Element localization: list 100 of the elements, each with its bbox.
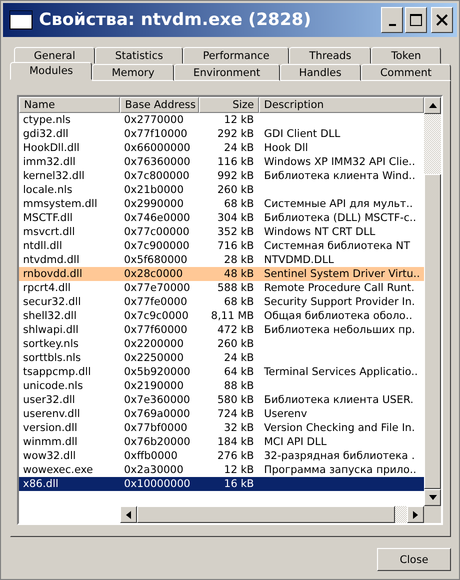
table-cell: wow32.dll — [23, 450, 76, 462]
table-cell: rnbovdd.dll — [23, 268, 82, 280]
table-row[interactable]: x86.dll 0x10000000 16 kB — [19, 477, 424, 491]
tab[interactable]: Memory — [92, 64, 174, 81]
horizontal-scrollbar[interactable] — [120, 506, 424, 523]
column-header[interactable]: Description — [259, 97, 424, 113]
table-cell: 0x7c9c0000 — [124, 310, 189, 322]
table-cell: 0x77f10000 — [124, 128, 188, 140]
scroll-thumb[interactable] — [137, 506, 395, 523]
table-row[interactable]: mmsystem.dll 0x2990000 68 kB Системные API для мульт.. — [19, 197, 424, 211]
tab[interactable]: Performance — [182, 47, 290, 64]
minimize-icon — [388, 24, 396, 26]
table-row[interactable]: rnbovdd.dll 0x28c0000 48 kB Sentinel System Driver Virtu.. — [19, 267, 424, 281]
table-cell: MSCTF.dll — [23, 212, 73, 224]
table-row[interactable]: kernel32.dll 0x7c800000 992 kB Библиотека клиента Wind.. — [19, 169, 424, 183]
table-cell: 0x769a0000 — [124, 408, 190, 420]
table-cell: 260 kB — [217, 338, 254, 350]
table-cell: winmm.dll — [23, 436, 78, 448]
table-cell: 24 kB — [224, 352, 254, 364]
minimize-button[interactable] — [381, 7, 403, 33]
table-cell: locale.nls — [23, 184, 72, 196]
table-cell: 28 kB — [224, 254, 254, 266]
table-cell: Программа запуска прило.. — [264, 464, 416, 476]
table-cell: HookDll.dll — [23, 142, 80, 154]
table-cell: 0x7c800000 — [124, 170, 190, 182]
table-cell: 304 kB — [217, 212, 254, 224]
column-header[interactable]: Base Address — [120, 97, 199, 113]
tab[interactable]: Environment — [174, 64, 280, 81]
table-cell: 588 kB — [217, 282, 254, 294]
tab[interactable]: Statistics — [95, 47, 183, 64]
table-row[interactable]: sorttbls.nls 0x2250000 24 kB — [19, 351, 424, 365]
tab[interactable]: Threads — [289, 47, 372, 64]
table-row[interactable]: winmm.dll 0x76b20000 184 kB MCI API DLL — [19, 435, 424, 449]
table-row[interactable]: secur32.dll 0x77fe0000 68 kB Security Support Provider In. — [19, 295, 424, 309]
table-cell: 0x2250000 — [124, 352, 184, 364]
table-cell: 16 kB — [224, 478, 254, 490]
table-row[interactable]: sortkey.nls 0x2200000 260 kB — [19, 337, 424, 351]
table-cell: 0x5b920000 — [124, 366, 190, 378]
table-row[interactable]: userenv.dll 0x769a0000 724 kB Userenv — [19, 407, 424, 421]
up-arrow-icon — [428, 103, 436, 108]
table-row[interactable]: locale.nls 0x21b0000 260 kB — [19, 183, 424, 197]
scroll-down-button[interactable] — [424, 489, 441, 506]
left-arrow-icon — [126, 510, 131, 518]
table-row[interactable]: user32.dll 0x7e360000 580 kB Библиотека клиента USER. — [19, 393, 424, 407]
table-cell: tsappcmp.dll — [23, 366, 91, 378]
tab[interactable]: Token — [371, 47, 441, 64]
window-title: Свойства: ntvdm.exe (2828) — [39, 10, 312, 30]
table-cell: 580 kB — [217, 394, 254, 406]
table-cell: 0x7c900000 — [124, 240, 190, 252]
scroll-left-button[interactable] — [120, 506, 137, 523]
table-cell: 0x7e360000 — [124, 394, 190, 406]
scroll-up-button[interactable] — [424, 97, 441, 114]
table-row[interactable]: imm32.dll 0x76360000 116 kB Windows XP IMM32 API Clie.. — [19, 155, 424, 169]
table-row[interactable]: ntvdmd.dll 0x5f680000 28 kB NTVDMD.DLL — [19, 253, 424, 267]
table-cell: 724 kB — [217, 408, 254, 420]
close-button[interactable] — [431, 7, 453, 33]
table-cell: 0x66000000 — [124, 142, 190, 154]
column-header[interactable]: Name — [19, 97, 120, 113]
table-cell: Библиотека клиента Wind.. — [264, 170, 416, 182]
table-cell: ntdll.dll — [23, 240, 62, 252]
tab[interactable]: Comment — [360, 64, 452, 81]
tab[interactable]: Modules — [10, 62, 92, 80]
table-cell: 32-разрядная библиотека . — [264, 450, 415, 462]
tab[interactable]: Handles — [280, 64, 361, 81]
table-cell: 12 kB — [224, 114, 254, 126]
table-row[interactable]: HookDll.dll 0x66000000 24 kB Hook Dll — [19, 141, 424, 155]
table-cell: imm32.dll — [23, 156, 76, 168]
vertical-scrollbar[interactable] — [424, 97, 441, 506]
table-cell: Terminal Services Applicatio.. — [264, 366, 418, 378]
table-row[interactable]: msvcrt.dll 0x77c00000 352 kB Windows NT CRT DLL — [19, 225, 424, 239]
window-icon — [9, 10, 33, 30]
column-header[interactable]: Size — [199, 97, 259, 113]
table-cell: 88 kB — [224, 380, 254, 392]
maximize-button[interactable] — [405, 7, 427, 33]
table-cell: Remote Procedure Call Runt. — [264, 282, 414, 294]
table-row[interactable]: wowexec.exe 0x2a30000 12 kB Программа запуска прило.. — [19, 463, 424, 477]
table-cell: 116 kB — [217, 156, 254, 168]
table-row[interactable]: rpcrt4.dll 0x77e70000 588 kB Remote Procedure Call Runt. — [19, 281, 424, 295]
table-row[interactable]: MSCTF.dll 0x746e0000 304 kB Библиотека (DLL) MSCTF-c.. — [19, 211, 424, 225]
table-cell: 0x2a30000 — [124, 464, 184, 476]
table-cell: 0x2200000 — [124, 338, 184, 350]
table-row[interactable]: shell32.dll 0x7c9c0000 8,11 MB Общая библиотека оболо.. — [19, 309, 424, 323]
scroll-thumb[interactable] — [424, 174, 441, 489]
table-cell: 48 kB — [224, 268, 254, 280]
close-icon — [435, 13, 449, 27]
scroll-right-button[interactable] — [407, 506, 424, 523]
table-row[interactable]: gdi32.dll 0x77f10000 292 kB GDI Client DLL — [19, 127, 424, 141]
table-row[interactable]: tsappcmp.dll 0x5b920000 64 kB Terminal Services Applicatio.. — [19, 365, 424, 379]
table-row[interactable]: version.dll 0x77bf0000 32 kB Version Checking and File In. — [19, 421, 424, 435]
table-row[interactable]: wow32.dll 0xffb0000 276 kB 32-разрядная библиотека . — [19, 449, 424, 463]
close-dialog-button[interactable]: Close — [377, 548, 451, 571]
table-cell: shlwapi.dll — [23, 324, 78, 336]
table-row[interactable]: ntdll.dll 0x7c900000 716 kB Системная библиотека NT — [19, 239, 424, 253]
table-cell: 352 kB — [217, 226, 254, 238]
table-cell: 0x5f680000 — [124, 254, 188, 266]
table-cell: 0xffb0000 — [124, 450, 178, 462]
table-row[interactable]: ctype.nls 0x2770000 12 kB — [19, 113, 424, 127]
table-row[interactable]: shlwapi.dll 0x77f60000 472 kB Библиотека небольших пр. — [19, 323, 424, 337]
table-cell: 0x77fe0000 — [124, 296, 188, 308]
table-row[interactable]: unicode.nls 0x2190000 88 kB — [19, 379, 424, 393]
